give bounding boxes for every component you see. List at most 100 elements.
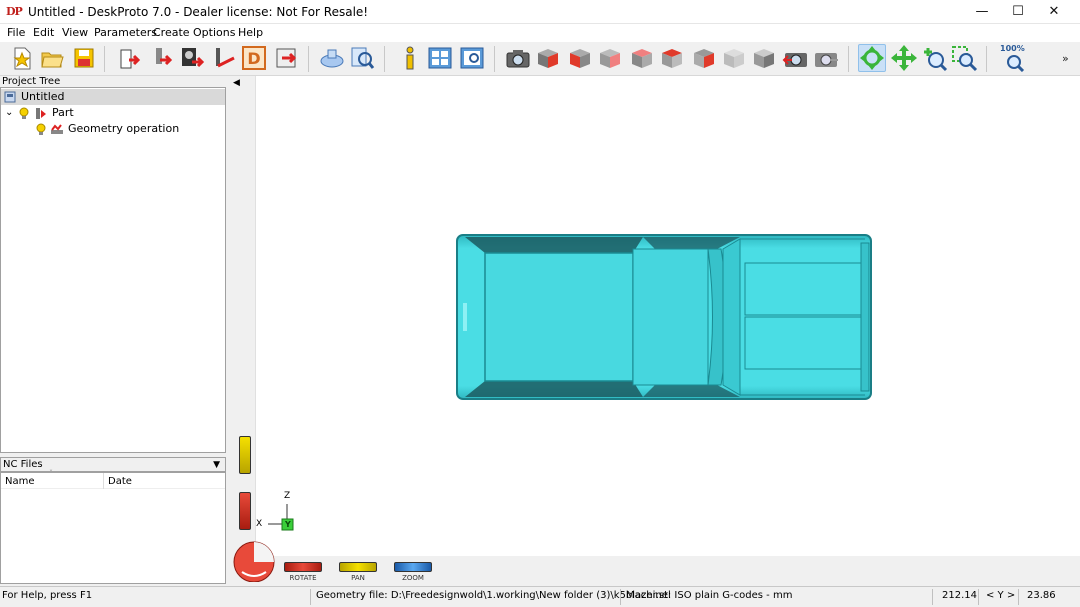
status-machine: Machine: ISO plain G-codes - mm <box>626 590 793 601</box>
view-screen-icon <box>460 47 484 69</box>
project-icon <box>4 91 16 103</box>
import-geometry-icon <box>120 49 141 69</box>
column-date[interactable]: Date <box>108 476 132 487</box>
menu-file[interactable]: File <box>7 26 25 39</box>
operation-icon <box>51 124 63 134</box>
main-toolbar: D 100% » <box>0 42 1080 76</box>
camera-view-button[interactable] <box>504 44 532 72</box>
save-project-button[interactable] <box>70 44 98 72</box>
folder-open-icon <box>41 52 64 68</box>
title-bar: DP Untitled - DeskProto 7.0 - Dealer lic… <box>0 0 1080 24</box>
zoom-mode-button[interactable] <box>920 44 948 72</box>
part-icon <box>156 48 173 66</box>
view-top-button[interactable] <box>690 44 718 72</box>
status-coord-y: 23.86 <box>1027 590 1056 601</box>
open-project-button[interactable] <box>38 44 66 72</box>
zoom-label: ZOOM <box>402 574 424 582</box>
pan-mode-button[interactable] <box>890 44 918 72</box>
info-button[interactable] <box>396 44 424 72</box>
rotate-horizontal-slider[interactable] <box>284 562 322 572</box>
info-icon <box>406 46 414 70</box>
tree-item-part-label: Part <box>52 106 74 119</box>
view-default-button[interactable] <box>750 44 778 72</box>
letter-d-icon: D <box>242 46 266 70</box>
view-isometric-button[interactable] <box>534 44 562 72</box>
write-toolpath-icon <box>276 48 297 68</box>
vector-icon <box>216 48 235 68</box>
view-left-button[interactable] <box>628 44 656 72</box>
window-layout-icon <box>428 47 452 69</box>
view-back-button[interactable] <box>596 44 624 72</box>
cube-gray-icon <box>724 49 744 68</box>
axis-z-label: Z <box>284 491 291 501</box>
zoom-window-button[interactable] <box>950 44 978 72</box>
tree-item-part[interactable]: ⌄ Part <box>1 105 225 121</box>
menu-options[interactable]: Options <box>193 26 235 39</box>
status-axis: < Y > <box>986 590 1016 601</box>
cube-right-icon <box>662 49 682 68</box>
bitmap-operation-button[interactable] <box>178 44 206 72</box>
column-name[interactable]: Name <box>5 476 35 487</box>
rotate-dial[interactable] <box>232 540 276 582</box>
menu-parameters[interactable]: Parameters <box>94 26 157 39</box>
camera-back-icon <box>782 53 807 67</box>
camera-forward-icon <box>815 53 838 67</box>
chevron-down-icon[interactable]: ⌄ <box>5 105 13 121</box>
sort-indicator-icon: ˇ <box>49 469 53 478</box>
pan-arrows-icon <box>891 45 917 71</box>
camera-next-button[interactable] <box>812 44 840 72</box>
menu-edit[interactable]: Edit <box>33 26 54 39</box>
new-project-button[interactable] <box>8 44 36 72</box>
magnifier-preview-icon <box>351 47 375 69</box>
part-tree-icon <box>36 108 46 119</box>
project-tree: Untitled ⌄ Part Geometry operation <box>0 87 226 453</box>
preview-button[interactable] <box>348 44 376 72</box>
layout-button[interactable] <box>426 44 454 72</box>
tree-item-operation[interactable]: Geometry operation <box>1 121 225 137</box>
dropdown-arrow-icon[interactable]: ▼ <box>213 458 220 472</box>
pan-vertical-slider[interactable] <box>239 436 251 474</box>
cube-iso-icon <box>538 49 558 68</box>
minimize-button[interactable]: — <box>964 0 1000 24</box>
zoom-horizontal-slider[interactable] <box>394 562 432 572</box>
toolbar-overflow-button[interactable]: » <box>1062 52 1069 65</box>
tree-item-operation-label: Geometry operation <box>68 122 180 135</box>
menu-bar: File Edit View Parameters Create Options… <box>0 24 1080 42</box>
view-right-button[interactable] <box>658 44 686 72</box>
menu-help[interactable]: Help <box>238 26 263 39</box>
zoom-100-button[interactable]: 100% <box>998 44 1026 73</box>
axis-x-label: X <box>256 519 263 529</box>
2d-operation-button[interactable]: D <box>240 44 268 72</box>
close-button[interactable]: ✕ <box>1036 0 1072 24</box>
tree-item-project[interactable]: Untitled <box>1 89 225 105</box>
geometry-import-button[interactable] <box>116 44 144 72</box>
nc-files-header[interactable]: NC Files ▼ <box>0 457 226 472</box>
window-title: Untitled - DeskProto 7.0 - Dealer licens… <box>28 5 369 19</box>
tree-item-project-label: Untitled <box>21 90 65 103</box>
menu-create[interactable]: Create <box>153 26 190 39</box>
status-bar: For Help, press F1 Geometry file: D:\Fre… <box>0 586 1080 607</box>
part-parameters-button[interactable] <box>148 44 176 72</box>
app-logo-icon: DP <box>6 5 23 18</box>
geometry-model[interactable] <box>455 233 873 401</box>
status-help-text: For Help, press F1 <box>2 590 93 601</box>
zoom-level-label: 100% <box>1000 44 1025 53</box>
rotate-mode-button[interactable] <box>858 44 886 72</box>
rotate-label: ROTATE <box>289 574 317 582</box>
simulation-button[interactable] <box>318 44 346 72</box>
lightbulb-icon[interactable] <box>19 107 29 119</box>
view-bottom-button[interactable] <box>720 44 748 72</box>
view-settings-button[interactable] <box>458 44 486 72</box>
maximize-button[interactable]: ☐ <box>1000 0 1036 24</box>
cube-dark-icon <box>754 49 774 68</box>
rotate-vertical-slider[interactable] <box>239 492 251 530</box>
lightbulb-icon[interactable] <box>36 123 46 135</box>
bitmap-icon <box>182 48 205 68</box>
pan-horizontal-slider[interactable] <box>339 562 377 572</box>
write-nc-button[interactable] <box>272 44 300 72</box>
camera-previous-button[interactable] <box>782 44 810 72</box>
vector-operation-button[interactable] <box>210 44 238 72</box>
menu-view[interactable]: View <box>62 26 88 39</box>
view-front-button[interactable] <box>566 44 594 72</box>
collapse-panel-arrow-icon[interactable]: ◀ <box>233 78 240 88</box>
